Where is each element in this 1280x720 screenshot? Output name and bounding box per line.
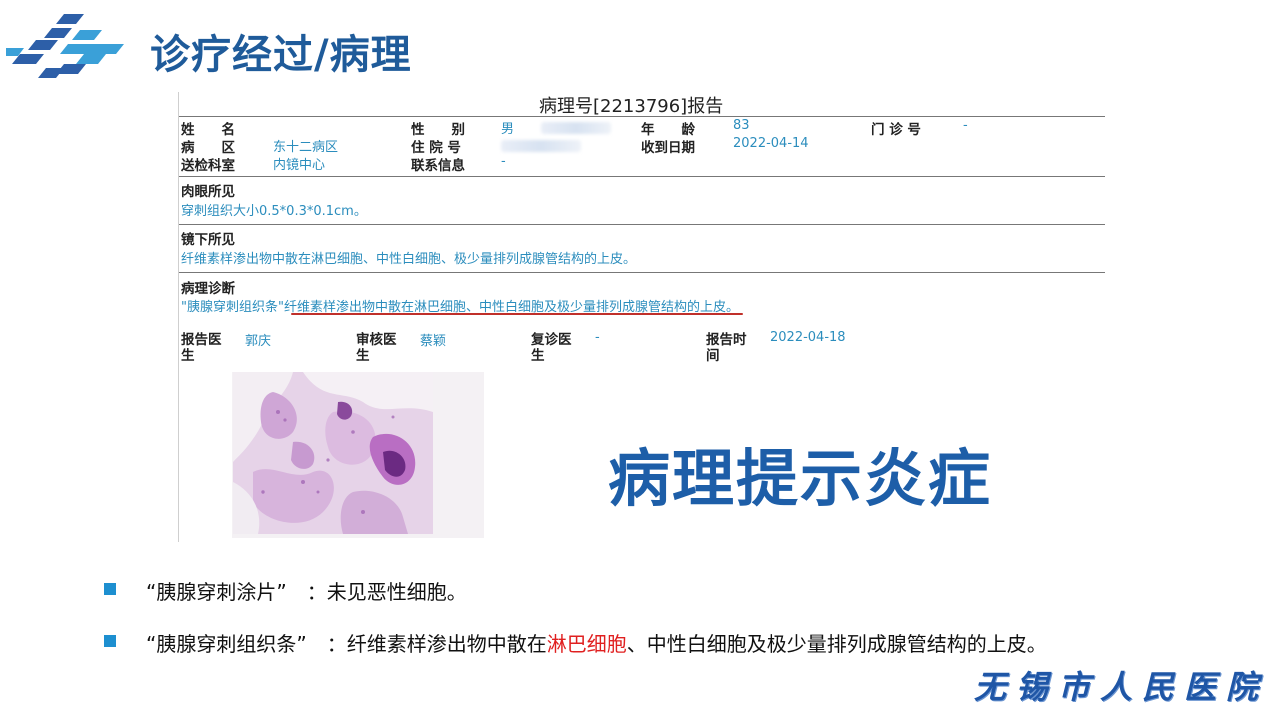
diagnosis-underline bbox=[291, 313, 743, 315]
contact-label: 联系信息 bbox=[411, 158, 465, 174]
inpatient-label: 住 院 号 bbox=[411, 140, 461, 156]
age-value: 83 bbox=[733, 118, 750, 133]
callout-text: 病理提示炎症 bbox=[608, 442, 993, 515]
divider bbox=[179, 116, 1105, 117]
redacted-mark bbox=[501, 140, 581, 152]
report-title: 病理号[2213796]报告 bbox=[539, 96, 724, 117]
divider bbox=[179, 272, 1105, 273]
gender-value: 男 bbox=[501, 122, 515, 137]
time-value: 2022-04-18 bbox=[770, 330, 846, 345]
age-label: 年 龄 bbox=[641, 122, 695, 138]
reporter-value: 郭庆 bbox=[245, 334, 272, 349]
time-label: 报告时间 bbox=[706, 332, 747, 364]
clinic-value: - bbox=[963, 118, 968, 133]
contact-value: - bbox=[501, 154, 506, 169]
microscopic-text: 纤维素样渗出物中散在淋巴细胞、中性白细胞、极少量排列成腺管结构的上皮。 bbox=[181, 252, 637, 267]
dept-value: 内镜中心 bbox=[273, 158, 326, 173]
ward-label: 病 区 bbox=[181, 140, 235, 156]
revisit-label: 复诊医生 bbox=[531, 332, 572, 364]
bullet-text: 、中性白细胞及极少量排列成腺管结构的上皮。 bbox=[626, 632, 1047, 656]
bullet-highlight: 淋巴细胞 bbox=[546, 632, 627, 656]
bullet-text: “胰腺穿刺涂片” ：未见恶性细胞。 bbox=[146, 580, 467, 604]
dept-label: 送检科室 bbox=[181, 158, 235, 174]
gross-text: 穿刺组织大小0.5*0.3*0.1cm。 bbox=[181, 204, 367, 219]
bullet-marker bbox=[104, 635, 116, 647]
clinic-label: 门 诊 号 bbox=[871, 122, 921, 138]
divider bbox=[179, 176, 1105, 177]
bullet-marker bbox=[104, 583, 116, 595]
name-label: 姓 名 bbox=[181, 122, 235, 138]
ward-value: 东十二病区 bbox=[273, 140, 339, 155]
reviewer-label: 审核医生 bbox=[356, 332, 397, 364]
redacted-mark bbox=[541, 122, 611, 134]
received-label: 收到日期 bbox=[641, 140, 695, 156]
diagnosis-heading: 病理诊断 bbox=[181, 281, 235, 297]
revisit-value: - bbox=[595, 330, 600, 345]
microscopic-heading: 镜下所见 bbox=[181, 232, 235, 248]
bullet-text: “胰腺穿刺组织条” ：纤维素样渗出物中散在 bbox=[146, 632, 547, 656]
gender-label: 性 别 bbox=[411, 122, 465, 138]
hospital-logo bbox=[6, 14, 124, 78]
histology-micrograph bbox=[233, 372, 433, 534]
received-value: 2022-04-14 bbox=[733, 136, 809, 151]
hospital-name: 无锡市人民医院 bbox=[973, 668, 1268, 706]
slide-title: 诊疗经过/病理 bbox=[150, 32, 412, 78]
reviewer-value: 蔡颖 bbox=[420, 334, 447, 349]
divider bbox=[179, 224, 1105, 225]
gross-heading: 肉眼所见 bbox=[181, 184, 235, 200]
reporter-label: 报告医生 bbox=[181, 332, 222, 364]
